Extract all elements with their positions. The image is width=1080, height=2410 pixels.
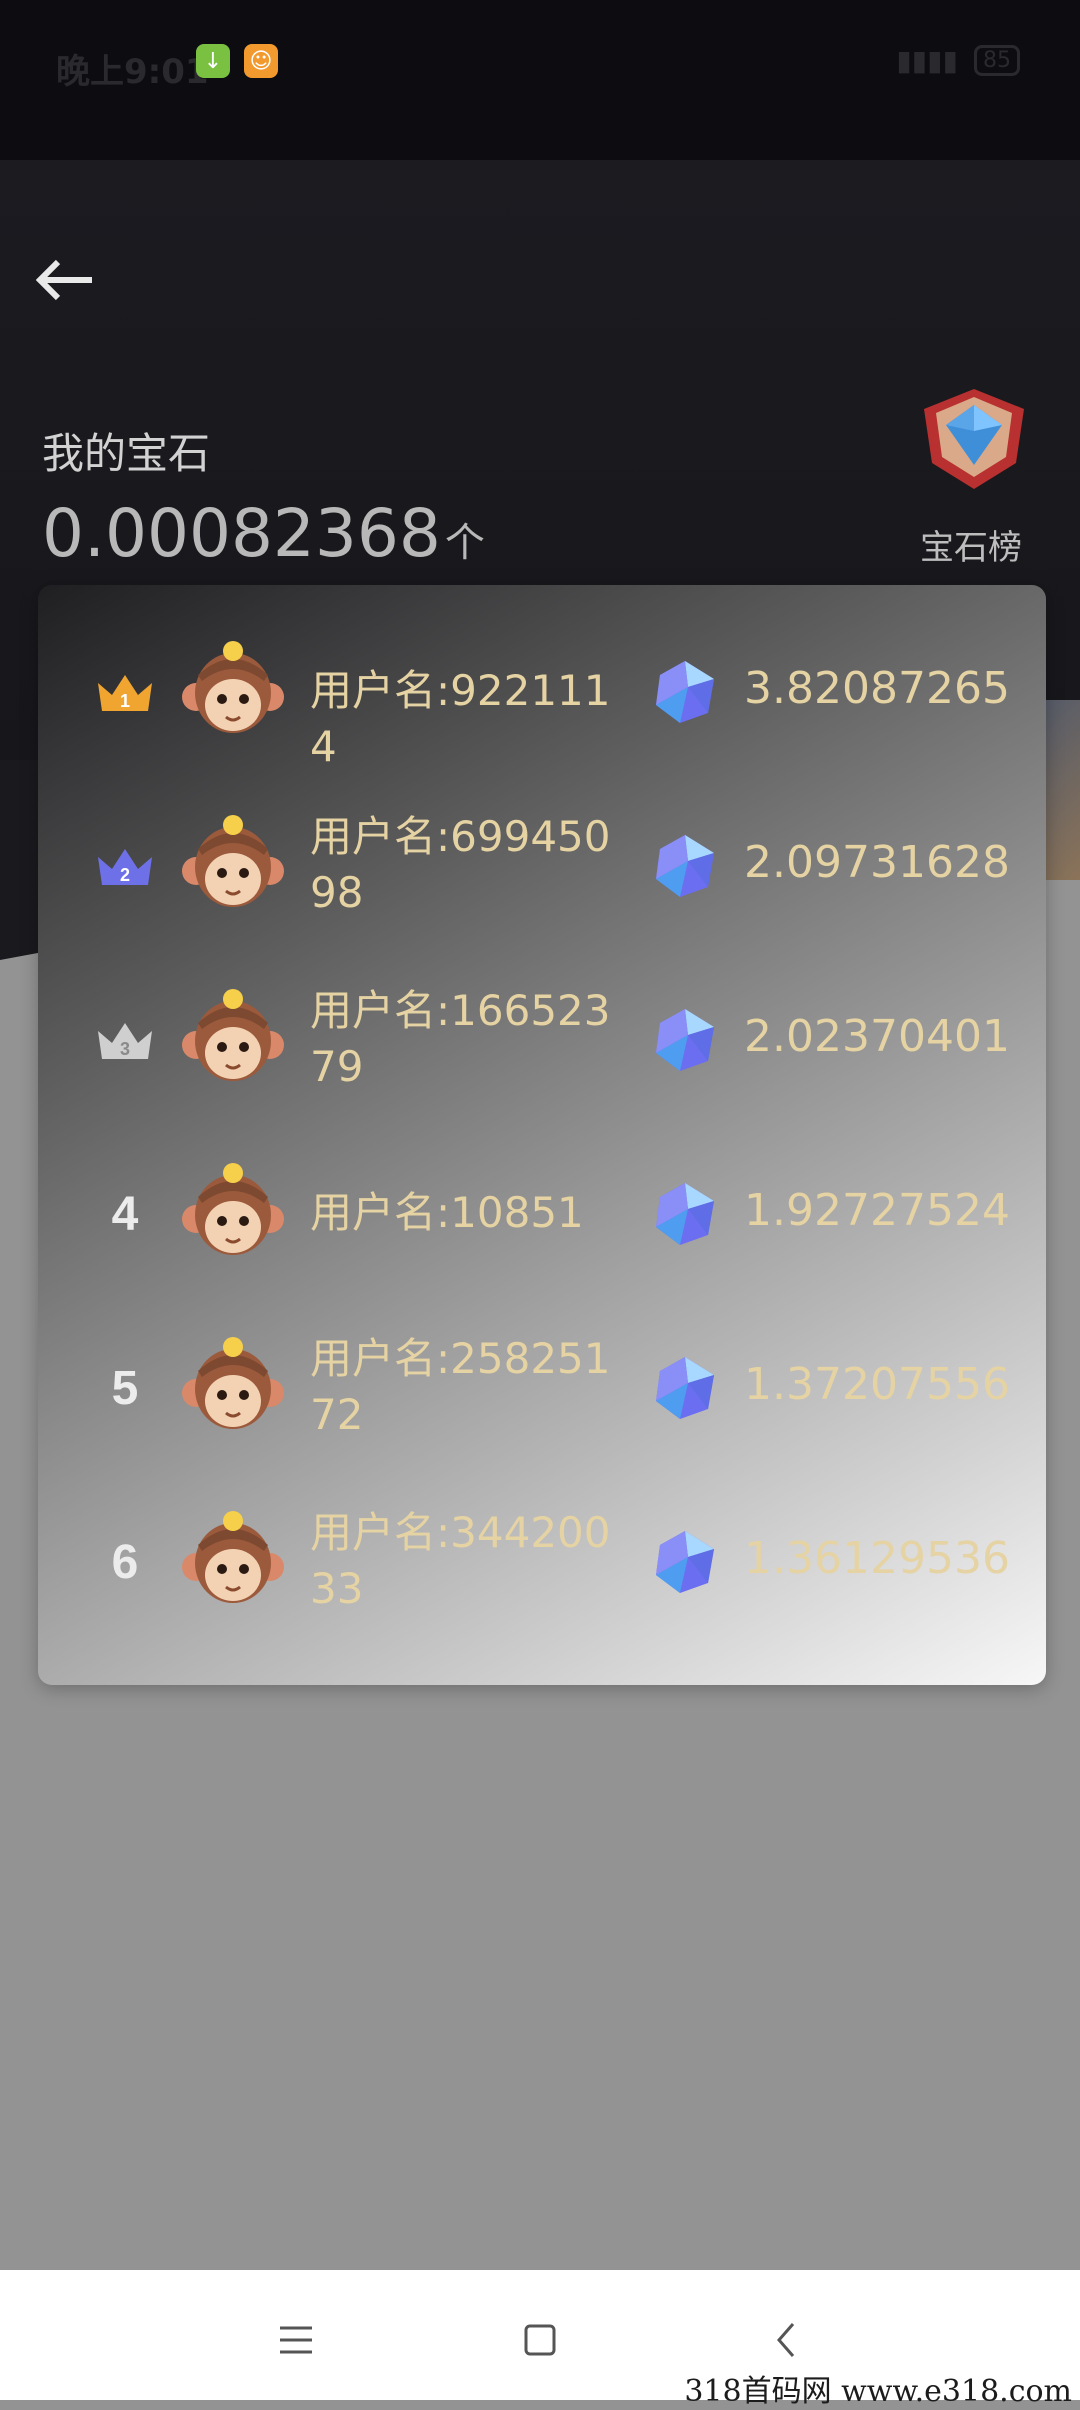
avatar[interactable] bbox=[178, 1157, 288, 1267]
leaderboard-row[interactable]: 6 用户名:34420033 1.36129536 bbox=[38, 1475, 1046, 1649]
back-button[interactable] bbox=[35, 255, 106, 315]
monkey-avatar-icon bbox=[182, 989, 284, 1081]
gem-icon bbox=[656, 661, 714, 723]
home-square-icon bbox=[524, 2324, 556, 2356]
leaderboard-row[interactable]: 1 用户名:9221114 3.82087265 bbox=[38, 605, 1046, 779]
back-arrow-icon bbox=[35, 259, 92, 301]
battery-level: 85 bbox=[983, 48, 1011, 73]
my-gems-value: 0.00082368 个 bbox=[42, 495, 485, 572]
nav-home-button[interactable] bbox=[510, 2310, 570, 2370]
gem-icon-wrap bbox=[650, 1005, 720, 1075]
gem-icon bbox=[656, 1009, 714, 1071]
gem-value: 1.37207556 bbox=[744, 1359, 1010, 1410]
svg-text:1: 1 bbox=[120, 691, 130, 711]
leaderboard-row[interactable]: 2 用户名:69945098 2.09731628 bbox=[38, 779, 1046, 953]
username: 用户名:34420033 bbox=[310, 1508, 611, 1613]
svg-text:2: 2 bbox=[120, 865, 130, 885]
avatar[interactable] bbox=[178, 1331, 288, 1441]
watermark: 318首码网 www.e318.com bbox=[684, 2374, 1072, 2409]
username: 用户名:16652379 bbox=[310, 986, 611, 1091]
rank-indicator: 1 bbox=[90, 657, 160, 727]
monkey-avatar-icon bbox=[182, 1163, 284, 1255]
username: 用户名:9221114 bbox=[310, 666, 611, 771]
avatar[interactable] bbox=[178, 809, 288, 919]
gem-icon bbox=[656, 1183, 714, 1245]
gem-icon-wrap bbox=[650, 831, 720, 901]
decor-image bbox=[1040, 700, 1080, 880]
leaderboard-row[interactable]: 5 用户名:25825172 1.37207556 bbox=[38, 1301, 1046, 1475]
gem-value: 1.36129536 bbox=[744, 1533, 1010, 1584]
rank-indicator: 5 bbox=[90, 1353, 160, 1423]
rank-number: 5 bbox=[111, 1361, 139, 1415]
gem-icon-wrap bbox=[650, 1527, 720, 1597]
username: 用户名:10851 bbox=[310, 1188, 584, 1237]
rank-indicator: 2 bbox=[90, 831, 160, 901]
smile-app-icon: ☺ bbox=[244, 44, 278, 78]
battery-icon: 85 bbox=[974, 45, 1020, 76]
leaderboard-row[interactable]: 4 用户名:10851 1.92727524 bbox=[38, 1127, 1046, 1301]
signal-icon: ▮▮▮▮ bbox=[896, 44, 958, 77]
avatar[interactable] bbox=[178, 635, 288, 745]
my-gems-label: 我的宝石 bbox=[42, 429, 211, 478]
gem-value: 2.02370401 bbox=[744, 1011, 1010, 1062]
username: 用户名:69945098 bbox=[310, 812, 611, 917]
chevron-left-icon bbox=[777, 2323, 795, 2357]
monkey-avatar-icon bbox=[182, 641, 284, 733]
gem-icon bbox=[656, 1531, 714, 1593]
gem-icon bbox=[656, 1357, 714, 1419]
avatar[interactable] bbox=[178, 983, 288, 1093]
monkey-avatar-icon bbox=[182, 815, 284, 907]
gem-value: 3.82087265 bbox=[744, 663, 1010, 714]
gem-icon-wrap bbox=[650, 1353, 720, 1423]
rank-indicator: 6 bbox=[90, 1527, 160, 1597]
crown-icon: 1 bbox=[98, 675, 152, 711]
my-gems-unit: 个 bbox=[444, 520, 485, 566]
leaderboard-card: 1 用户名:9221114 3.82087265 2 用户名:69945098 2.097… bbox=[38, 585, 1046, 1685]
leaderboard-row[interactable]: 3 用户名:16652379 2.02370401 bbox=[38, 953, 1046, 1127]
nav-menu-button[interactable] bbox=[266, 2310, 326, 2370]
status-notification-icons: ↓ ☺ bbox=[196, 44, 278, 78]
status-bar: 晚上9:01 ↓ ☺ ▮▮▮▮ 85 bbox=[0, 0, 1080, 160]
monkey-avatar-icon bbox=[182, 1511, 284, 1603]
gem-ranking-label[interactable]: 宝石榜 bbox=[920, 520, 1022, 569]
status-right-icons: ▮▮▮▮ 85 bbox=[896, 44, 1020, 77]
crown-icon: 2 bbox=[98, 849, 152, 885]
rank-indicator: 3 bbox=[90, 1005, 160, 1075]
menu-icon bbox=[280, 2326, 312, 2354]
download-icon: ↓ bbox=[196, 44, 230, 78]
gem-icon-wrap bbox=[650, 657, 720, 727]
username: 用户名:25825172 bbox=[310, 1334, 611, 1439]
rank-number: 4 bbox=[111, 1187, 139, 1241]
gem-icon bbox=[656, 835, 714, 897]
nav-back-button[interactable] bbox=[756, 2310, 816, 2370]
gem-ranking-button[interactable] bbox=[912, 385, 1036, 495]
gem-value: 2.09731628 bbox=[744, 837, 1010, 888]
avatar[interactable] bbox=[178, 1505, 288, 1615]
rank-indicator: 4 bbox=[90, 1179, 160, 1249]
crown-icon: 3 bbox=[98, 1023, 152, 1059]
gem-badge-icon bbox=[924, 389, 1024, 489]
rank-number: 6 bbox=[111, 1535, 139, 1589]
svg-text:3: 3 bbox=[120, 1039, 130, 1059]
my-gems-number: 0.00082368 bbox=[42, 495, 441, 572]
gem-value: 1.92727524 bbox=[744, 1185, 1010, 1236]
monkey-avatar-icon bbox=[182, 1337, 284, 1429]
gem-icon-wrap bbox=[650, 1179, 720, 1249]
status-time: 晚上9:01 bbox=[56, 52, 209, 92]
